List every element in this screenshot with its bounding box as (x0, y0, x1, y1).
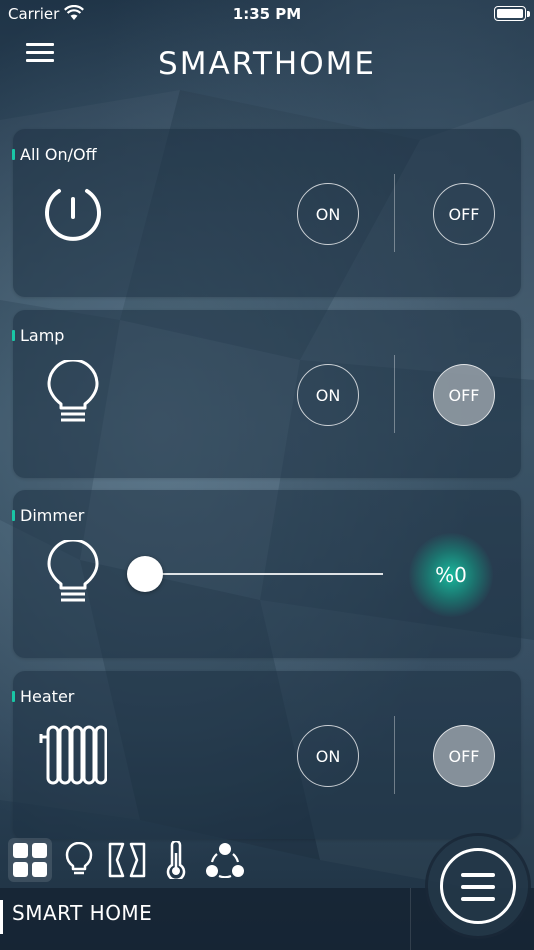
power-icon (45, 189, 101, 241)
all-off-button[interactable]: OFF (433, 183, 495, 245)
divider (394, 355, 395, 433)
card-lamp: Lamp ON OFF (12, 310, 521, 478)
tab-curtains[interactable] (105, 838, 149, 882)
bulb-icon (47, 360, 99, 422)
card-title: Dimmer (20, 506, 85, 525)
heater-on-button[interactable]: ON (297, 725, 359, 787)
tab-dashboard[interactable] (8, 838, 52, 882)
lamp-on-button[interactable]: ON (297, 364, 359, 426)
card-heater: Heater ON OFF (12, 671, 521, 839)
scenes-icon (206, 843, 244, 878)
divider (410, 888, 411, 950)
dimmer-slider-track[interactable] (145, 573, 383, 575)
card-title: All On/Off (20, 145, 97, 164)
floating-menu-button[interactable] (428, 836, 528, 936)
divider (394, 174, 395, 252)
thermometer-icon (166, 841, 186, 879)
card-accent (12, 691, 15, 702)
bulb-icon (47, 540, 99, 602)
dimmer-value: %0 (435, 563, 467, 587)
all-on-button[interactable]: ON (297, 183, 359, 245)
tab-lights[interactable] (57, 838, 101, 882)
lamp-off-button[interactable]: OFF (433, 364, 495, 426)
battery-icon (494, 6, 530, 21)
card-title: Heater (20, 687, 75, 706)
card-title: Lamp (20, 326, 65, 345)
status-time: 1:35 PM (232, 5, 302, 23)
tab-scenes[interactable] (203, 838, 247, 882)
radiator-icon (39, 725, 107, 785)
card-accent (12, 149, 15, 160)
dimmer-slider-handle[interactable] (127, 556, 163, 592)
app-logo: SMARTHOME (158, 46, 376, 82)
card-accent (12, 330, 15, 341)
card-accent (12, 510, 15, 521)
heater-off-button[interactable]: OFF (433, 725, 495, 787)
status-bar: Carrier 1:35 PM (0, 0, 534, 28)
menu-circle-icon (440, 848, 516, 924)
card-dimmer: Dimmer %0 (12, 490, 521, 658)
card-all-on-off: All On/Off ON OFF (12, 129, 521, 297)
tab-temperature[interactable] (154, 838, 198, 882)
divider (394, 716, 395, 794)
lightbulb-icon (65, 842, 93, 875)
curtain-icon (108, 842, 146, 878)
dashboard-grid-icon (13, 843, 47, 877)
footer-title: SMART HOME (12, 901, 153, 925)
footer-accent (0, 900, 3, 934)
